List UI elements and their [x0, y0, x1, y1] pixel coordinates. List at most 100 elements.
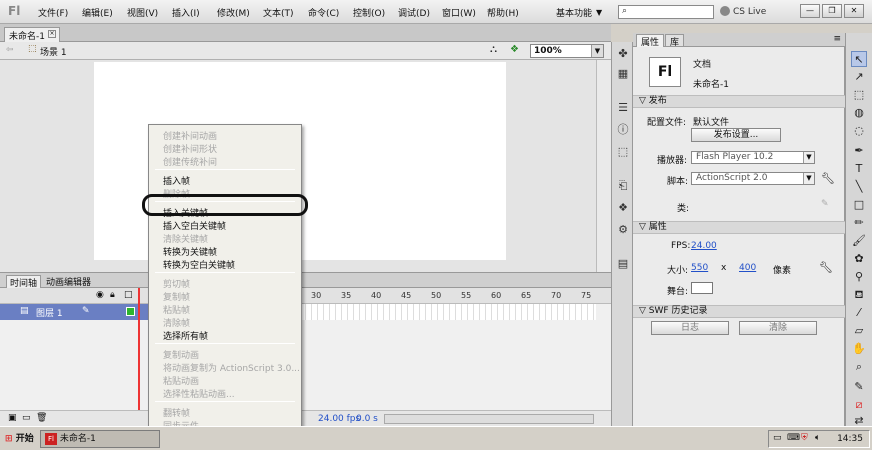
components-icon[interactable]: ❖ [615, 200, 631, 216]
close-button[interactable]: ✕ [844, 4, 864, 18]
menu-edit[interactable]: 编辑(E) [82, 6, 113, 19]
lock-icon[interactable]: 🔒︎ [110, 290, 115, 300]
deco-tool-icon[interactable]: ✿ [851, 251, 867, 267]
new-folder-icon[interactable]: ▭ [22, 413, 31, 423]
edit-symbol-icon[interactable]: ❖ [510, 44, 519, 55]
line-tool-icon[interactable]: ╲ [851, 179, 867, 195]
tab-library[interactable]: 库 [665, 34, 685, 48]
eye-icon[interactable]: ◉ [96, 290, 104, 300]
playhead[interactable] [138, 288, 140, 426]
menu-item-convert-to-keyframes[interactable]: 转换为关键帧 [163, 245, 217, 258]
back-arrow-icon[interactable]: ⇦ [6, 45, 14, 55]
menu-text[interactable]: 文本(T) [263, 6, 294, 19]
menu-control[interactable]: 控制(O) [353, 6, 385, 19]
swatches-icon[interactable]: ▦ [615, 66, 631, 82]
wrench-icon[interactable]: 🔧︎ [819, 261, 833, 274]
zoom-select[interactable]: 100% ▼ [530, 44, 604, 58]
frame-number: 35 [341, 291, 352, 300]
start-button[interactable]: ⊞ 开始 [2, 430, 38, 448]
wrench-icon[interactable]: 🔧︎ [821, 172, 835, 185]
stroke-color-icon[interactable]: ✎ [851, 379, 867, 395]
restore-button[interactable]: ❐ [822, 4, 842, 18]
time-readout[interactable]: 0.0 s [356, 414, 378, 424]
menu-item-convert-to-blank-keyframes[interactable]: 转换为空白关键帧 [163, 258, 235, 271]
help-search-input[interactable]: ⌕ [618, 5, 714, 19]
log-button[interactable]: 日志 [651, 321, 729, 335]
align-icon[interactable]: ☰ [615, 100, 631, 116]
info-icon[interactable]: ⓘ [615, 122, 631, 138]
fps-readout[interactable]: 24.00 fps [318, 414, 360, 424]
menu-help[interactable]: 帮助(H) [487, 6, 519, 19]
menu-view[interactable]: 视图(V) [127, 6, 158, 19]
publish-section-header[interactable]: ▽ 发布 [633, 95, 845, 108]
menu-modify[interactable]: 修改(M) [217, 6, 250, 19]
menu-file[interactable]: 文件(F) [38, 6, 68, 19]
edit-scene-icon[interactable]: ⛬ [490, 44, 497, 55]
3d-rotation-tool-icon[interactable]: ◍ [851, 105, 867, 121]
code-snippets-icon[interactable]: ⎗ [615, 178, 631, 194]
stage-color-swatch[interactable] [691, 282, 713, 294]
menu-item-select-all-frames[interactable]: 选择所有帧 [163, 329, 208, 342]
lasso-tool-icon[interactable]: ◌ [851, 123, 867, 139]
zoom-tool-icon[interactable]: ⌕ [851, 359, 867, 375]
player-select[interactable]: Flash Player 10.2 ▼ [691, 151, 815, 164]
keyboard-icon[interactable]: ⌨ [787, 433, 800, 443]
menu-debug[interactable]: 调试(D) [398, 6, 430, 19]
layer-color-swatch[interactable] [126, 307, 135, 316]
minimize-button[interactable]: — [800, 4, 820, 18]
network-icon[interactable]: ▭ [773, 433, 782, 443]
workspace-switcher[interactable]: 基本功能 ▼ [556, 6, 602, 19]
panel-menu-icon[interactable]: ≡ [833, 34, 841, 44]
menu-window[interactable]: 窗口(W) [442, 6, 476, 19]
edit-class-icon[interactable]: ✎ [821, 199, 829, 209]
tab-properties[interactable]: 属性 [636, 34, 665, 48]
fill-color-icon[interactable]: ⧄ [851, 397, 867, 413]
security-icon[interactable]: ⛨ [801, 433, 808, 443]
transform-icon[interactable]: ⬚ [615, 144, 631, 160]
menu-insert[interactable]: 插入(I) [172, 6, 200, 19]
delete-layer-icon[interactable]: 🗑︎ [36, 413, 47, 423]
properties-section-header[interactable]: ▽ 属性 [633, 221, 845, 234]
eraser-tool-icon[interactable]: ▱ [851, 323, 867, 339]
layer-row[interactable]: ▤ 图层 1 ✎ [0, 304, 150, 320]
menu-item-insert-blank-keyframe[interactable]: 插入空白关键帧 [163, 219, 226, 232]
selection-tool-icon[interactable]: ↖ [851, 51, 867, 67]
rectangle-tool-icon[interactable]: □ [851, 197, 867, 213]
tab-motion-editor[interactable]: 动画编辑器 [46, 275, 91, 288]
subselection-tool-icon[interactable]: ↗ [851, 69, 867, 85]
width-value[interactable]: 550 [691, 263, 708, 273]
hand-tool-icon[interactable]: ✋ [851, 341, 867, 357]
document-tab[interactable]: 未命名-1 × [4, 27, 60, 42]
brush-tool-icon[interactable]: 🖌︎ [851, 233, 867, 249]
motion-presets-icon[interactable]: ⚙ [615, 222, 631, 238]
pen-tool-icon[interactable]: ✒ [851, 143, 867, 159]
start-label: 开始 [15, 434, 34, 444]
menu-item-insert-frame[interactable]: 插入帧 [163, 174, 190, 187]
stage-vertical-scrollbar[interactable] [596, 60, 611, 272]
free-transform-tool-icon[interactable]: ⬚ [851, 87, 867, 103]
menu-commands[interactable]: 命令(C) [308, 6, 339, 19]
pencil-tool-icon[interactable]: ✏ [851, 215, 867, 231]
close-tab-icon[interactable]: × [48, 30, 56, 38]
script-label: 脚本: [667, 177, 689, 187]
height-value[interactable]: 400 [739, 263, 756, 273]
publish-settings-button[interactable]: 发布设置... [691, 128, 781, 142]
volume-icon[interactable]: 🔈︎ [815, 433, 820, 443]
text-tool-icon[interactable]: T [851, 161, 867, 177]
size-x-label: x [721, 263, 727, 273]
timeline-horizontal-scrollbar[interactable] [384, 414, 594, 424]
outline-icon[interactable]: □ [124, 290, 133, 300]
taskbar-flash-window[interactable]: Fl 未命名-1 [40, 430, 160, 448]
paint-bucket-tool-icon[interactable]: ⛾ [851, 287, 867, 303]
movie-explorer-icon[interactable]: ▤ [615, 256, 631, 272]
tab-timeline[interactable]: 时间轴 [6, 275, 42, 289]
fps-value[interactable]: 24.00 [691, 241, 717, 251]
script-select[interactable]: ActionScript 2.0 ▼ [691, 172, 815, 185]
eyedropper-tool-icon[interactable]: ⁄ [851, 305, 867, 321]
bone-tool-icon[interactable]: ⚲ [851, 269, 867, 285]
new-layer-icon[interactable]: ▣ [8, 413, 17, 423]
clear-button[interactable]: 清除 [739, 321, 817, 335]
swf-history-section-header[interactable]: ▽ SWF 历史记录 [633, 305, 845, 318]
cs-live-button[interactable]: CS Live [720, 6, 766, 17]
color-picker-icon[interactable]: ✤ [615, 46, 631, 62]
